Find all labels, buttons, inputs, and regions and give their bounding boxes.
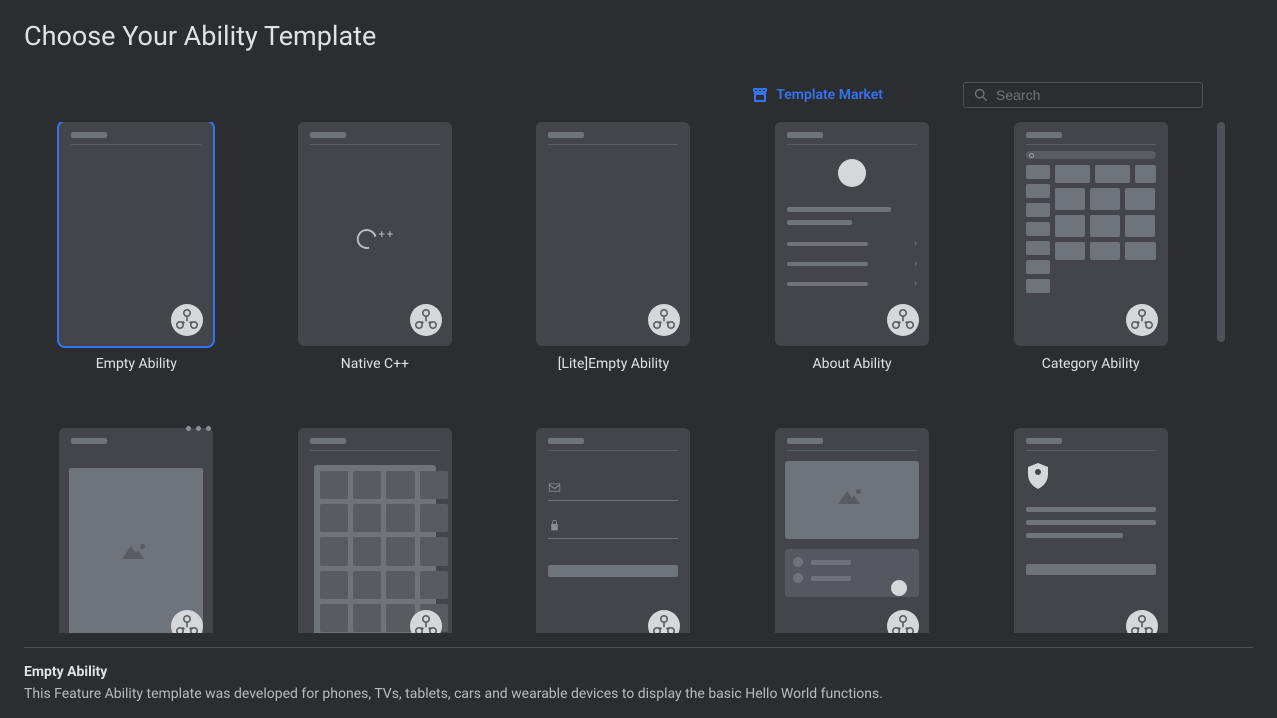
template-card bbox=[298, 428, 452, 633]
template-label: [Lite]Empty Ability bbox=[558, 356, 670, 372]
grid-icon bbox=[314, 465, 436, 633]
template-lite-empty[interactable]: [Lite]Empty Ability bbox=[501, 122, 726, 372]
template-card bbox=[536, 122, 690, 346]
avatar-icon bbox=[838, 159, 866, 187]
market-icon bbox=[752, 87, 768, 103]
template-label: About Ability bbox=[813, 356, 892, 372]
lock-icon bbox=[548, 519, 561, 532]
harmony-badge-icon bbox=[887, 304, 919, 336]
template-grid: Empty Ability ++ Native C++ bbox=[24, 122, 1253, 633]
template-label: Native C++ bbox=[341, 356, 409, 372]
template-row2-2[interactable] bbox=[263, 428, 488, 633]
shield-user-icon bbox=[1026, 463, 1050, 489]
template-native-cpp[interactable]: ++ Native C++ bbox=[263, 122, 488, 372]
harmony-badge-icon bbox=[887, 610, 919, 633]
template-card bbox=[536, 428, 690, 633]
scrollbar[interactable] bbox=[1217, 122, 1225, 342]
cpp-icon: ++ bbox=[357, 229, 394, 249]
selected-template-description: This Feature Ability template was develo… bbox=[24, 686, 1253, 702]
template-label: Category Ability bbox=[1042, 356, 1140, 372]
harmony-badge-icon bbox=[410, 304, 442, 336]
avatar-icon bbox=[891, 580, 907, 596]
template-grid-wrapper: Empty Ability ++ Native C++ bbox=[24, 122, 1253, 633]
template-market-label: Template Market bbox=[776, 87, 883, 103]
template-card bbox=[59, 122, 213, 346]
harmony-badge-icon bbox=[410, 610, 442, 633]
template-empty-ability[interactable]: Empty Ability bbox=[24, 122, 249, 372]
template-label: Empty Ability bbox=[96, 356, 177, 372]
thumb-bar bbox=[71, 132, 107, 138]
search-input[interactable] bbox=[996, 87, 1192, 103]
template-card: › › › bbox=[775, 122, 929, 346]
image-icon bbox=[122, 544, 150, 566]
search-icon bbox=[974, 88, 988, 102]
harmony-badge-icon bbox=[1126, 610, 1158, 633]
template-row2-5[interactable] bbox=[978, 428, 1203, 633]
harmony-badge-icon bbox=[648, 304, 680, 336]
template-card: ++ bbox=[298, 122, 452, 346]
selected-template-title: Empty Ability bbox=[24, 664, 1253, 680]
window-dots-icon bbox=[186, 426, 211, 431]
template-card bbox=[1014, 428, 1168, 633]
harmony-badge-icon bbox=[648, 610, 680, 633]
harmony-badge-icon bbox=[171, 610, 203, 633]
template-row2-1[interactable] bbox=[24, 428, 249, 633]
template-card bbox=[59, 428, 213, 633]
template-category-ability[interactable]: Category Ability bbox=[978, 122, 1203, 372]
template-card bbox=[1014, 122, 1168, 346]
template-about-ability[interactable]: › › › About Ability bbox=[740, 122, 965, 372]
template-row2-3[interactable] bbox=[501, 428, 726, 633]
harmony-badge-icon bbox=[1126, 304, 1158, 336]
description-panel: Empty Ability This Feature Ability templ… bbox=[24, 647, 1253, 718]
template-row2-4[interactable] bbox=[740, 428, 965, 633]
mail-icon bbox=[548, 481, 561, 494]
harmony-badge-icon bbox=[171, 304, 203, 336]
page-title: Choose Your Ability Template bbox=[24, 20, 1253, 52]
template-card bbox=[775, 428, 929, 633]
search-box[interactable] bbox=[963, 82, 1203, 108]
image-icon bbox=[838, 489, 866, 511]
template-market-link[interactable]: Template Market bbox=[752, 87, 883, 103]
toolbar: Template Market bbox=[24, 82, 1253, 108]
